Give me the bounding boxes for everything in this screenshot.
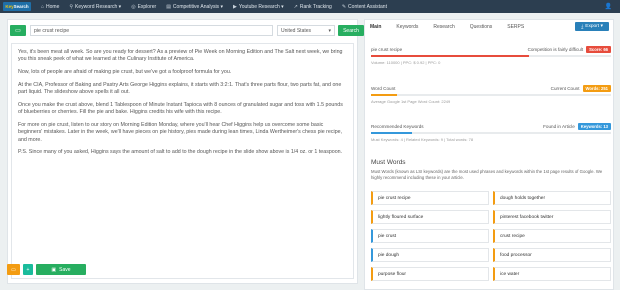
compass-icon: ◎	[131, 3, 136, 10]
recommended-keywords-label: Recommended Keywords	[371, 124, 424, 129]
nav-keyword-research[interactable]: ⚲ Keyword Research ▾	[69, 4, 121, 10]
user-icon[interactable]: 👤	[605, 3, 612, 10]
nav-competitive-analysis[interactable]: ▤ Competitive Analysis ▾	[166, 4, 223, 10]
must-words-title: Must Words	[371, 159, 406, 166]
new-document-button[interactable]: +	[23, 264, 33, 275]
editor-paragraph: Once you make the crust above, blend 1 T…	[18, 101, 343, 116]
keyword-input[interactable]: pie crust recipe	[30, 25, 273, 36]
chart-icon: ▤	[166, 3, 171, 10]
nav-content-assistant-label: Content Assistant	[348, 3, 387, 10]
export-button[interactable]: ⤓ Export ▾	[575, 22, 609, 31]
must-word-item[interactable]: dough holds together	[493, 191, 611, 205]
home-icon: ⌂	[41, 3, 45, 10]
article-editor[interactable]: Yes, it's been meat all week. So are you…	[11, 43, 354, 279]
tab-serps[interactable]: SERPS	[505, 21, 526, 33]
nav-rank-tracking[interactable]: ↗ Rank Tracking	[294, 4, 332, 10]
top-navigation: Key Search ⌂ Home ⚲ Keyword Research ▾ ◎ Exp…	[0, 0, 620, 13]
keywords-bar	[371, 132, 611, 134]
nav-explorer[interactable]: ◎ Explorer	[131, 4, 156, 10]
search-bar: ▭ pie crust recipe United States ▾ Search	[10, 23, 364, 38]
competition-text: Competition is fairly difficult	[527, 47, 584, 52]
nav-content-assistant[interactable]: ✎ Content Assistant	[342, 4, 387, 10]
found-in-article-text: Found in Article	[543, 124, 575, 129]
save-button[interactable]: ▣ Save	[36, 264, 86, 275]
keywords-info: Must Keywords: 4 | Related Keywords: 9 |…	[371, 136, 474, 142]
tab-questions[interactable]: Questions	[468, 21, 495, 33]
must-word-item[interactable]: crust recipe	[493, 229, 611, 243]
recommended-keywords-metric: Recommended Keywords Found in Article Key…	[371, 123, 611, 143]
nav-home-label: Home	[46, 3, 60, 10]
editor-panel: ▭ pie crust recipe United States ▾ Search…	[7, 19, 364, 284]
tracking-icon: ↗	[293, 3, 298, 10]
average-word-count: Average Google 1st Page Word Count: 2249	[371, 98, 451, 104]
nav-youtube-research[interactable]: ▶ Youtube Research ▾	[233, 4, 284, 10]
save-label: Save	[59, 266, 71, 273]
tab-keywords[interactable]: Keywords	[394, 21, 420, 33]
must-words-list: pie crust recipe dough holds together li…	[371, 191, 611, 281]
competition-bar-fill	[371, 55, 530, 57]
must-word-item[interactable]: ice water	[493, 267, 611, 281]
save-icon: ▣	[51, 266, 57, 273]
must-word-item[interactable]: pie dough	[371, 248, 489, 262]
tab-research[interactable]: Research	[431, 21, 456, 33]
download-icon: ⤓	[581, 24, 584, 30]
country-value: United States	[281, 27, 312, 34]
search-button[interactable]: Search	[338, 25, 364, 36]
metric-keyword: pie crust recipe	[371, 47, 403, 52]
must-word-item[interactable]: purpose flour	[371, 267, 489, 281]
word-count-bar-fill	[371, 94, 398, 96]
nav-explorer-label: Explorer	[137, 3, 157, 10]
editor-paragraph: For more on pie crust, listen to our sto…	[18, 122, 343, 143]
must-word-item[interactable]: pie crust recipe	[371, 191, 489, 205]
open-file-button[interactable]: ▭	[7, 264, 20, 275]
app-logo[interactable]: Key Search	[3, 2, 31, 11]
must-words-description: Must Words (known as LSI keywords) are t…	[371, 169, 603, 180]
keywords-bar-fill	[371, 132, 412, 134]
must-word-item[interactable]: pinterest facebook twitter	[493, 210, 611, 224]
search-icon: ⚲	[69, 3, 74, 10]
nav-youtube-research-label: Youtube Research ▾	[238, 3, 284, 10]
competition-metric: pie crust recipe Competition is fairly d…	[371, 46, 611, 66]
editor-actions: ▭ + ▣ Save	[7, 264, 86, 275]
must-word-item[interactable]: lightly floured surface	[371, 210, 489, 224]
export-label: Export ▾	[585, 24, 603, 29]
word-count-bar	[371, 94, 611, 96]
nav-keyword-research-label: Keyword Research ▾	[75, 3, 122, 10]
folder-icon: ▭	[11, 266, 16, 273]
chevron-down-icon: ▾	[328, 27, 331, 34]
analysis-panel: Main Keywords Research Questions SERPS ⤓…	[364, 19, 614, 290]
current-count-text: Current Count	[550, 86, 580, 91]
must-word-item[interactable]: food processor	[493, 248, 611, 262]
assistant-icon: ✎	[341, 3, 347, 10]
tab-main[interactable]: Main	[368, 21, 383, 33]
youtube-icon: ▶	[232, 3, 237, 10]
nav-rank-tracking-label: Rank Tracking	[299, 3, 332, 10]
must-word-item[interactable]: pie crust	[371, 229, 489, 243]
nav-competitive-analysis-label: Competitive Analysis ▾	[172, 3, 223, 10]
editor-paragraph: P.S. Since many of you asked, Higgins sa…	[18, 149, 343, 156]
word-count-label: Word Count	[371, 86, 396, 91]
word-count-metric: Word Count Current Count Words: 251 Avera…	[371, 85, 611, 105]
analysis-tabs: Main Keywords Research Questions SERPS	[368, 20, 537, 33]
volume-info: Volume: 110000 | PPC: $ 0.92 | PPC: 0	[371, 59, 441, 65]
editor-paragraph: Now, lots of people are afraid of making…	[18, 69, 232, 76]
score-badge: Score: 66	[586, 46, 611, 53]
editor-paragraph: Yes, it's been meat all week. So are you…	[18, 49, 343, 63]
words-badge: Words: 251	[582, 85, 611, 92]
plus-icon: +	[26, 266, 30, 273]
open-folder-button[interactable]: ▭	[10, 25, 26, 36]
editor-paragraph: At the CIA, Professor of Baking and Past…	[18, 81, 342, 96]
folder-icon: ▭	[15, 28, 21, 34]
keywords-badge: Keywords: 13	[577, 123, 611, 130]
competition-bar	[371, 55, 611, 57]
nav-home[interactable]: ⌂ Home	[41, 4, 59, 10]
country-select[interactable]: United States ▾	[277, 25, 335, 36]
